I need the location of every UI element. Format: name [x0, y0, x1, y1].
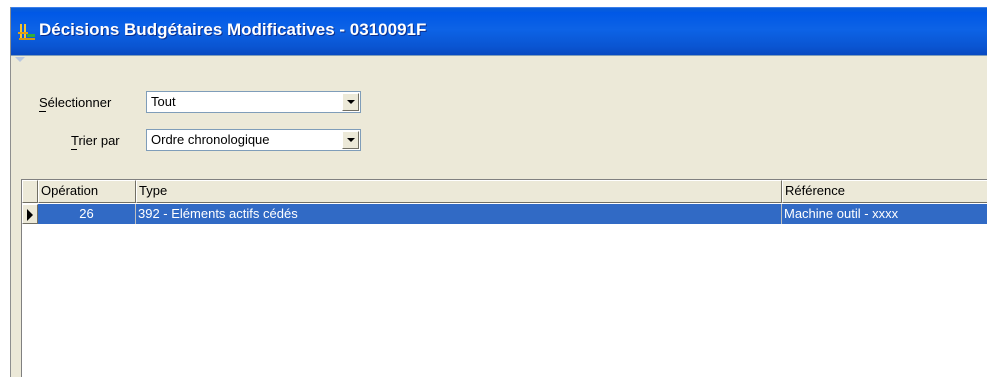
row-indicator[interactable] [22, 204, 38, 224]
column-header-type[interactable]: Type [136, 180, 782, 203]
current-row-arrow-icon [27, 209, 33, 221]
table-row[interactable]: 26 392 - Eléments actifs cédés Machine o… [22, 204, 987, 224]
sort-label-underline [71, 149, 77, 150]
sort-dropdown[interactable]: Ordre chronologique [146, 129, 361, 151]
column-header-reference[interactable]: Référence [782, 180, 987, 203]
select-dropdown[interactable]: Tout [146, 91, 361, 113]
cell-type[interactable]: 392 - Eléments actifs cédés [136, 204, 782, 224]
operations-grid[interactable]: Opération Type Référence 26 392 - Elémen… [21, 179, 987, 377]
column-header-operation[interactable]: Opération [38, 180, 136, 203]
row-indicator-header [22, 180, 38, 203]
title-bar[interactable]: Décisions Budgétaires Modificatives - 03… [11, 7, 987, 56]
scales-icon [18, 24, 35, 40]
cell-reference[interactable]: Machine outil - xxxx [782, 204, 987, 224]
window-title: Décisions Budgétaires Modificatives - 03… [39, 20, 427, 39]
select-dropdown-button[interactable] [342, 93, 359, 111]
grid-header: Opération Type Référence [22, 180, 987, 203]
select-label-underline [39, 111, 46, 112]
sort-dropdown-value: Ordre chronologique [151, 132, 270, 147]
collapse-indicator-icon [15, 57, 25, 62]
select-label: Sélectionner [39, 95, 112, 110]
dbm-window: Décisions Budgétaires Modificatives - 03… [10, 7, 987, 377]
title-separator [11, 55, 987, 66]
sort-label: Trier par [71, 133, 120, 148]
chevron-down-icon [347, 100, 355, 104]
sort-dropdown-button[interactable] [342, 131, 359, 149]
cell-operation[interactable]: 26 [38, 204, 136, 224]
chevron-down-icon [347, 138, 355, 142]
select-dropdown-value: Tout [151, 94, 176, 109]
